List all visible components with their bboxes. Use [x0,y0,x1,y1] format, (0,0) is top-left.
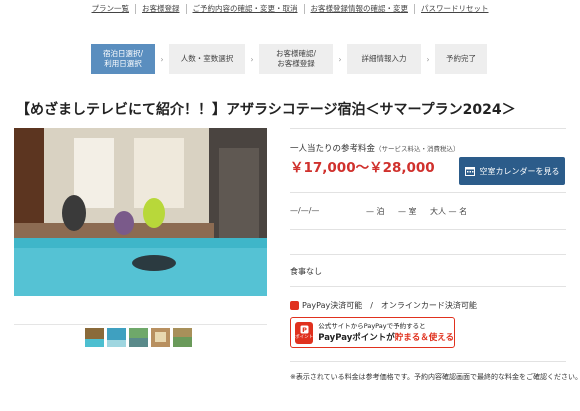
booking-steps: 宿泊日選択/ 利用日選択 › 人数・室数選択 › お客様確認/ お客様登録 › … [91,44,487,74]
selected-nights[interactable]: — 泊 [366,206,385,217]
chevron-right-icon: › [338,54,342,64]
chevron-right-icon: › [160,54,164,64]
divider [290,192,566,193]
calendar-icon [464,167,475,176]
price-range: ￥17,000〜￥28,000 [290,160,435,176]
step-guest-count: 人数・室数選択 [169,44,245,74]
nav-plan-list[interactable]: プラン一覧 [86,4,136,14]
selected-date[interactable]: —/—/— [290,206,319,215]
divider [290,361,566,362]
calendar-button-label: 空室カレンダーを見る [479,166,560,176]
divider [290,254,566,255]
divider [14,324,267,325]
chevron-right-icon: › [250,54,254,64]
divider [290,286,566,287]
svg-text:P: P [302,326,307,334]
paypay-banner[interactable]: P ポイント 公式サイトからPayPayで予約すると PayPayポイントが貯ま… [290,317,455,348]
price-note: （サービス料込・消費税込） [375,145,460,153]
paypay-banner-line2: PayPayポイントが貯まる＆使える [318,333,454,343]
step-date-select: 宿泊日選択/ 利用日選択 [91,44,155,74]
paypay-banner-line1: 公式サイトからPayPayで予約すると [318,322,426,330]
selected-rooms[interactable]: — 室 [398,206,417,217]
price-label: 一人当たりの参考料金（サービス料込・消費税込） [290,144,460,154]
paypay-point-logo: P ポイント [295,321,314,344]
meal-info: 食事なし [290,267,322,276]
nav-password-reset[interactable]: パスワードリセット [414,4,495,14]
price-disclaimer: ※表示されている料金は参考価格です。予約内容確認画面で最終的な料金をご確認くださ… [290,373,580,381]
step-complete: 予約完了 [435,44,487,74]
payment-methods: PayPay決済可能 / オンラインカード決済可能 [290,300,477,311]
photo-thumbnails [85,328,192,347]
thumbnail[interactable] [129,328,148,347]
thumbnail[interactable] [151,328,170,347]
chevron-right-icon: › [426,54,430,64]
divider [290,128,566,129]
thumbnail[interactable] [173,328,192,347]
plan-title: 【めざましテレビにて紹介！！】アザラシコテージ宿泊＜サマープラン2024＞ [16,102,516,118]
payment-methods-text: PayPay決済可能 / オンラインカード決済可能 [302,301,477,310]
thumbnail[interactable] [107,328,126,347]
nav-reservation-manage[interactable]: ご予約内容の確認・変更・取消 [185,4,304,14]
step-details-input: 詳細情報入力 [347,44,421,74]
paypay-icon [290,301,299,310]
vacancy-calendar-button[interactable]: 空室カレンダーを見る [459,157,565,185]
thumbnail[interactable] [85,328,104,347]
nav-customer-register[interactable]: お客様登録 [135,4,186,14]
main-plan-photo[interactable] [14,128,267,296]
selected-adults[interactable]: 大人 — 名 [430,206,467,217]
nav-customer-info[interactable]: お客様登録情報の確認・変更 [303,4,415,14]
top-nav: プラン一覧 お客様登録 ご予約内容の確認・変更・取消 お客様登録情報の確認・変更… [0,4,580,14]
divider [290,229,566,230]
step-customer-confirm: お客様確認/ お客様登録 [259,44,333,74]
